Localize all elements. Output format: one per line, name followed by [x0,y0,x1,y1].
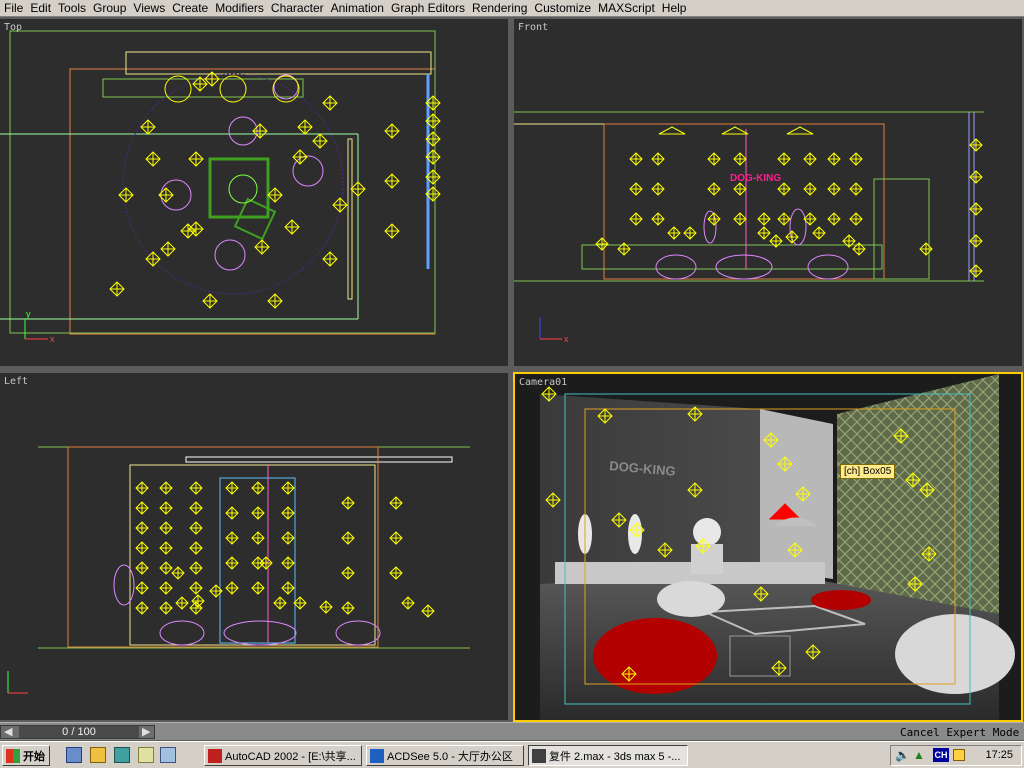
menu-edit[interactable]: Edit [28,0,56,16]
quicklaunch-pencil-icon[interactable] [90,747,106,763]
menu-rendering[interactable]: Rendering [470,0,532,16]
front-axis-x-label: x [564,334,569,344]
network-icon[interactable]: ▲ [913,748,925,762]
top-view-wireframe: y x [0,30,441,344]
3dsmax-icon [532,748,546,763]
time-next-icon[interactable]: ▶ [142,726,150,739]
axis-y-label: y [26,309,31,319]
menu-create[interactable]: Create [170,0,213,16]
viewport-left[interactable]: Left [0,373,508,720]
axis-x-label: x [50,334,55,344]
show-desktop-icon[interactable] [66,747,82,763]
acdsee-icon [370,748,384,763]
quicklaunch-tool-icon[interactable] [138,747,154,763]
quicklaunch-app-icon[interactable] [114,747,130,763]
start-button[interactable]: 开始 [2,745,50,766]
selected-object-label: [ch] Box05 [840,464,896,479]
keyboard-icon[interactable] [953,749,965,761]
viewport-top[interactable]: Top y x [0,19,508,366]
task-3dsmax[interactable]: 复件 2.max - 3ds max 5 -... [528,745,688,766]
autocad-icon [208,748,222,763]
ime-indicator[interactable]: CH [933,748,949,762]
menu-graph-editors[interactable]: Graph Editors [389,0,470,16]
windows-taskbar: 开始 AutoCAD 2002 - [E:\共享... ACDSee 5.0 -… [0,741,1024,768]
camera-render: DOG-KING [515,374,1021,720]
front-view-wireframe: DOG-KING x [514,111,984,344]
task-label: ACDSee 5.0 - 大厅办公区 [387,750,513,763]
system-tray: 🔈 ▲ CH 17:25 [890,745,1022,766]
prompt-line: Cancel Expert Mode [900,726,1020,739]
task-label: 复件 2.max - 3ds max 5 -... [549,750,681,763]
menu-character[interactable]: Character [269,0,329,16]
timeline-bar: ◀ 0 / 100 ▶ Cancel Expert Mode [0,722,1024,740]
menu-maxscript[interactable]: MAXScript [596,0,660,16]
task-acdsee[interactable]: ACDSee 5.0 - 大厅办公区 [366,745,524,766]
menu-bar: File Edit Tools Group Views Create Modifiers Ch… [0,0,1024,17]
viewport-label-top[interactable]: Top [4,22,22,33]
viewport-label-left[interactable]: Left [4,376,28,387]
menu-file[interactable]: File [2,0,28,16]
viewport-label-camera[interactable]: Camera01 [519,377,567,388]
left-view-wireframe [7,446,470,694]
viewport-camera[interactable]: Camera01 DOG-KING [ch] Box05 [513,372,1023,722]
start-label: 开始 [23,750,45,763]
system-clock: 17:25 [985,749,1013,761]
menu-modifiers[interactable]: Modifiers [213,0,269,16]
viewport-label-front[interactable]: Front [518,22,548,33]
menu-customize[interactable]: Customize [532,0,596,16]
menu-tools[interactable]: Tools [56,0,91,16]
volume-icon[interactable]: 🔈 [895,748,910,762]
time-prev-icon[interactable]: ◀ [4,726,12,739]
time-readout[interactable]: 0 / 100 [19,726,139,738]
viewport-front[interactable]: Front DOG-KING x [514,19,1022,366]
menu-animation[interactable]: Animation [329,0,389,16]
quicklaunch-window-icon[interactable] [160,747,176,763]
task-label: AutoCAD 2002 - [E:\共享... [225,750,356,763]
menu-help[interactable]: Help [660,0,692,16]
time-slider[interactable]: ◀ 0 / 100 ▶ [0,725,155,739]
windows-logo-icon [6,748,20,763]
menu-group[interactable]: Group [91,0,131,16]
task-autocad[interactable]: AutoCAD 2002 - [E:\共享... [204,745,362,766]
front-sign-text: DOG-KING [730,173,781,184]
menu-views[interactable]: Views [131,0,170,16]
